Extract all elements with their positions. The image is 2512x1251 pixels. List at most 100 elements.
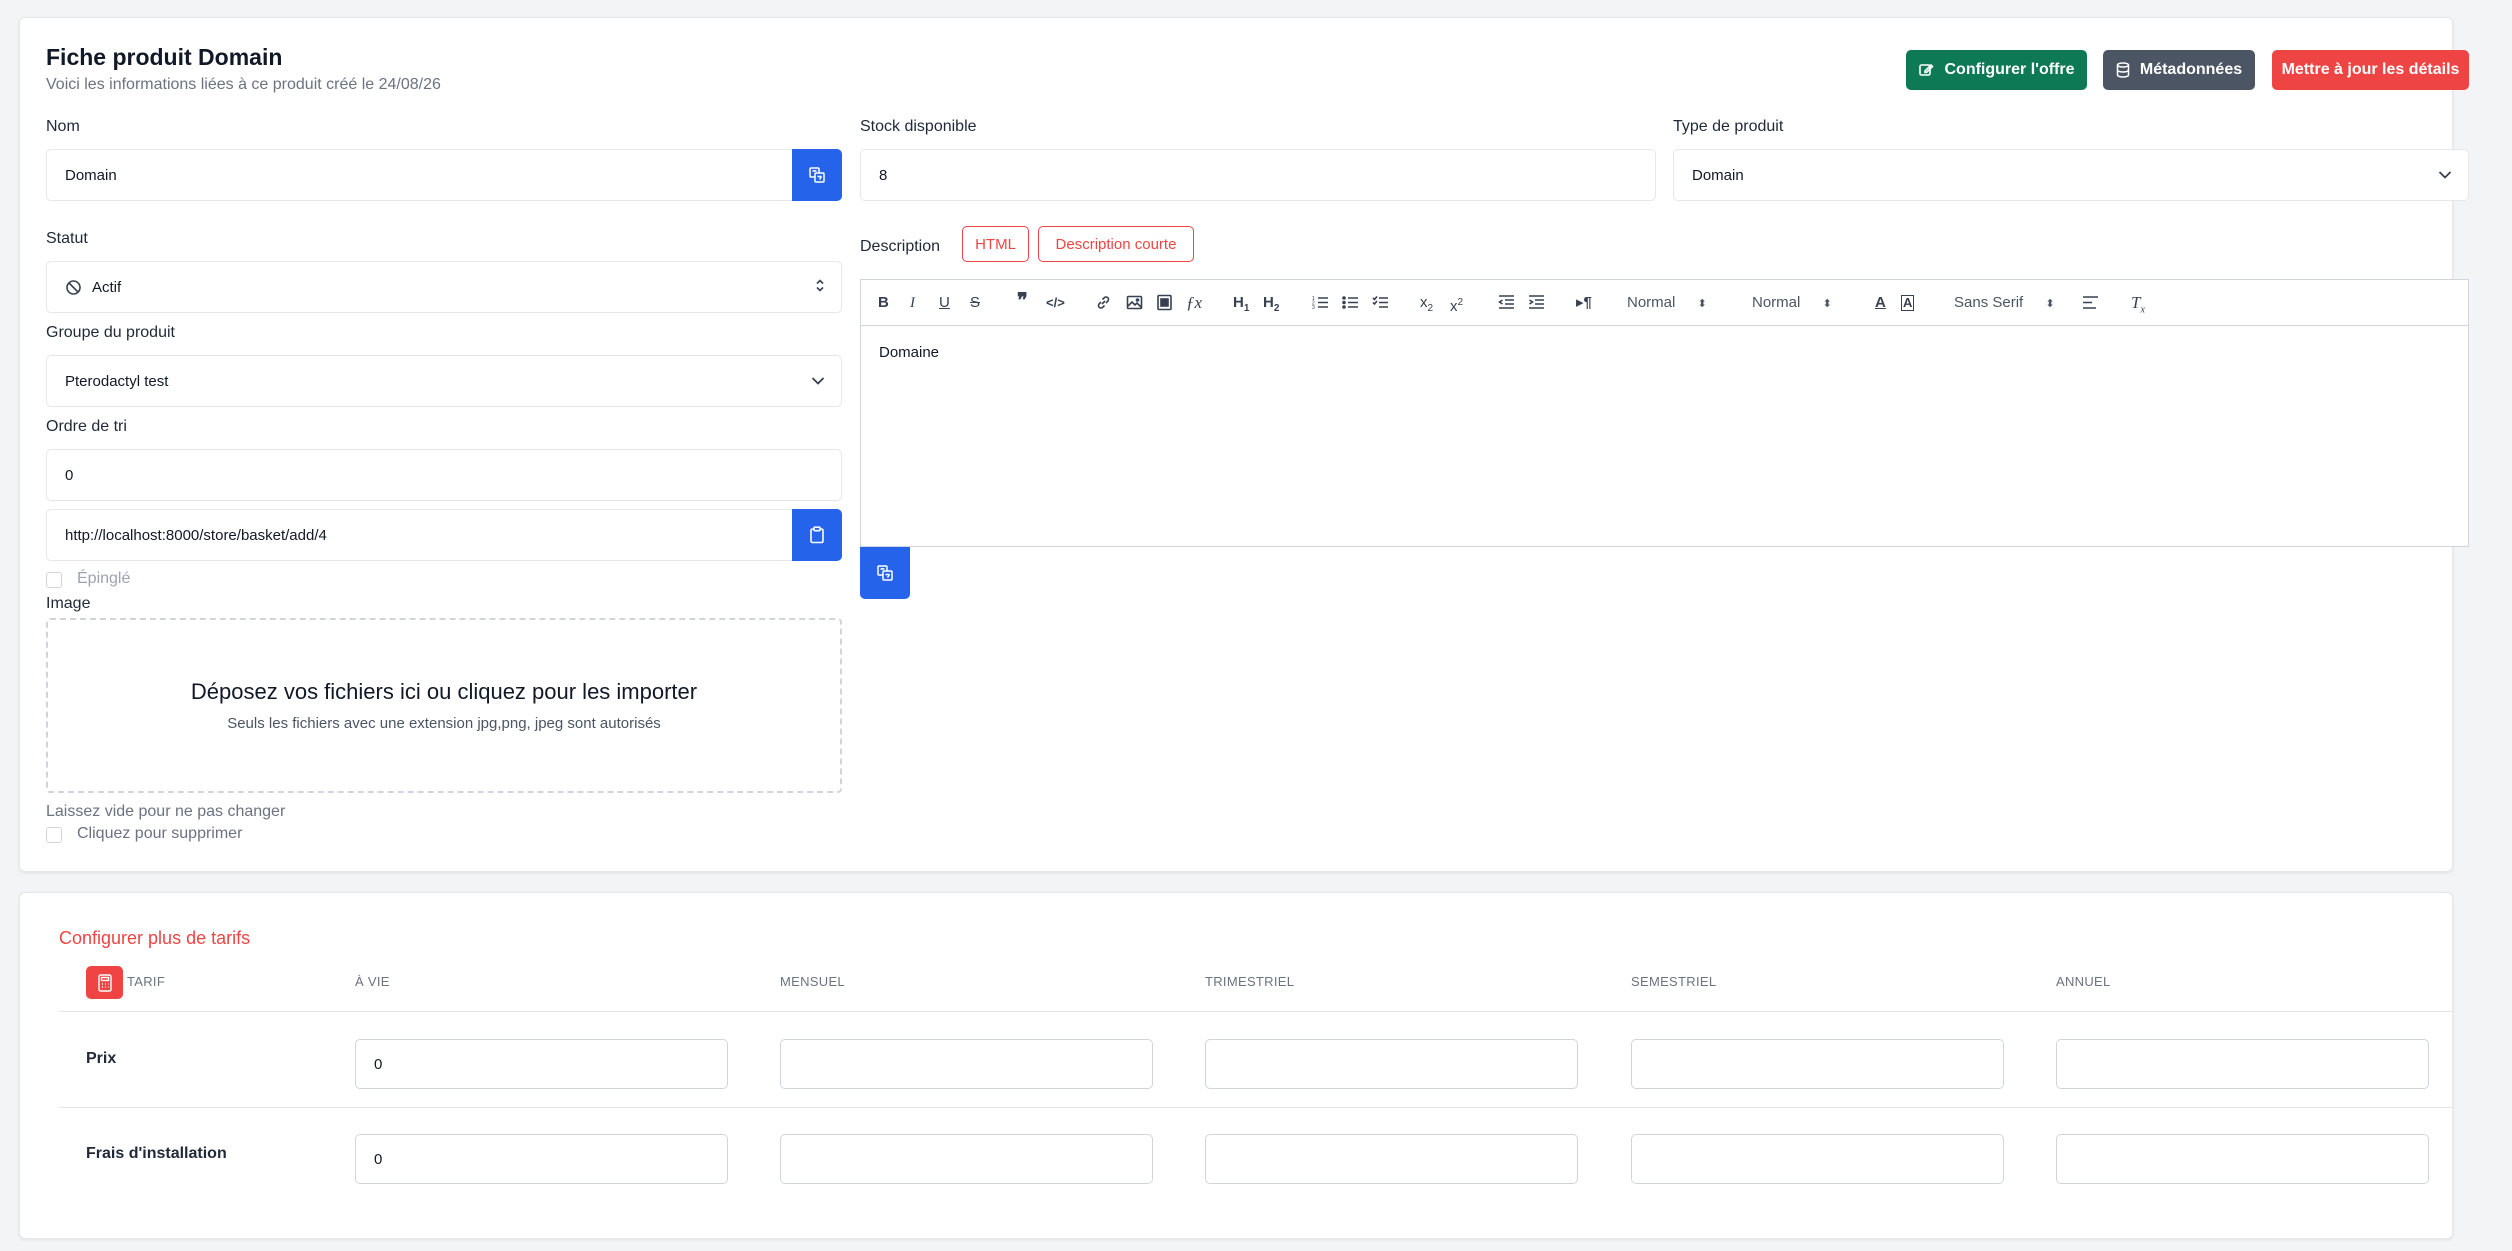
setup-quarterly-input[interactable] (1205, 1134, 1578, 1184)
metadata-button[interactable]: Métadonnées (2103, 50, 2255, 90)
indent-icon[interactable] (1528, 294, 1545, 316)
price-lifetime-value: 0 (374, 1055, 383, 1073)
checklist-icon[interactable] (1372, 294, 1389, 316)
short-description-tab-button[interactable]: Description courte (1038, 226, 1194, 262)
group-label: Groupe du produit (46, 324, 175, 341)
setup-annual-input[interactable] (2056, 1134, 2429, 1184)
blockquote-icon[interactable]: ❞ (1017, 291, 1028, 311)
clipboard-icon (810, 526, 824, 544)
stock-value: 8 (879, 166, 888, 184)
calculator-icon (86, 966, 123, 999)
ordered-list-icon[interactable]: 123 (1312, 294, 1329, 316)
font-select[interactable]: Sans Serif ⬍ (1954, 294, 2055, 311)
update-details-button[interactable]: Mettre à jour les détails (2272, 50, 2469, 90)
status-select[interactable]: Actif (46, 261, 842, 313)
sort-label: Ordre de tri (46, 418, 127, 435)
superscript-icon[interactable]: x2 (1450, 294, 1463, 316)
translate-icon (877, 565, 893, 581)
status-icon (66, 279, 81, 295)
subscript-icon[interactable]: x2 (1420, 294, 1433, 318)
dropzone-title: Déposez vos fichiers ici ou cliquez pour… (190, 679, 698, 704)
image-hint: Laissez vide pour ne pas changer (46, 803, 286, 820)
price-semiannual-input[interactable] (1631, 1039, 2004, 1089)
status-label: Statut (46, 230, 88, 247)
pricing-title: Configurer plus de tarifs (59, 928, 251, 948)
heading-1-icon[interactable]: H1 (1233, 294, 1249, 318)
header-select-value: Normal (1627, 294, 1676, 311)
remove-image-checkbox[interactable] (46, 827, 62, 843)
heading-2-icon[interactable]: H2 (1263, 294, 1279, 318)
outdent-icon[interactable] (1498, 294, 1515, 316)
size-select[interactable]: Normal ⬍ (1752, 294, 1832, 311)
setup-lifetime-input[interactable]: 0 (355, 1134, 728, 1184)
image-icon[interactable] (1126, 294, 1143, 316)
configure-offer-label: Configurer l'offre (1944, 61, 2075, 78)
col-header-lifetime: À VIE (355, 974, 390, 989)
product-type-value: Domain (1692, 166, 1744, 184)
metadata-label: Métadonnées (2139, 61, 2243, 78)
name-input[interactable]: Domain (46, 149, 793, 201)
col-header-monthly: MENSUEL (780, 974, 845, 989)
video-icon[interactable] (1156, 294, 1173, 316)
chevron-down-icon (811, 374, 825, 389)
image-dropzone[interactable]: Déposez vos fichiers ici ou cliquez pour… (46, 618, 842, 793)
row-label-price: Prix (86, 1050, 117, 1067)
col-header-semiannual: SEMESTRIEL (1631, 974, 1717, 989)
price-quarterly-input[interactable] (1205, 1039, 1578, 1089)
price-annual-input[interactable] (2056, 1039, 2429, 1089)
name-value: Domain (65, 166, 117, 184)
description-label: Description (860, 238, 941, 255)
bold-icon[interactable]: B (878, 294, 889, 312)
table-divider (59, 1011, 2454, 1012)
size-select-value: Normal (1752, 294, 1801, 311)
link-icon[interactable] (1095, 294, 1112, 316)
name-label: Nom (46, 118, 80, 135)
setup-semiannual-input[interactable] (1631, 1134, 2004, 1184)
remove-image-label: Cliquez pour supprimer (77, 825, 243, 842)
col-header-annual: ANNUEL (2056, 974, 2111, 989)
font-select-value: Sans Serif (1954, 294, 2024, 311)
translate-icon (809, 167, 825, 183)
clear-format-icon[interactable]: Tx (2131, 293, 2145, 319)
sort-input[interactable]: 0 (46, 449, 842, 501)
price-lifetime-input[interactable]: 0 (355, 1039, 728, 1089)
price-monthly-input[interactable] (780, 1039, 1153, 1089)
strike-icon[interactable]: S (970, 294, 980, 312)
setup-lifetime-value: 0 (374, 1150, 383, 1168)
background-color-icon[interactable]: A (1901, 295, 1915, 311)
status-value: Actif (92, 278, 122, 296)
page-title: Fiche produit Domain (46, 44, 283, 70)
code-block-icon[interactable]: </> (1046, 294, 1065, 312)
header-select[interactable]: Normal ⬍ (1627, 294, 1707, 311)
description-editor[interactable]: Domaine (860, 325, 2469, 547)
basket-url-value: http://localhost:8000/store/basket/add/4 (65, 526, 327, 544)
sort-value: 0 (65, 466, 74, 484)
svg-text:3: 3 (1312, 305, 1315, 311)
stock-label: Stock disponible (860, 118, 977, 135)
setup-monthly-input[interactable] (780, 1134, 1153, 1184)
formula-icon[interactable]: ƒx (1186, 294, 1202, 312)
product-type-select[interactable]: Domain (1673, 149, 2469, 201)
copy-url-button[interactable] (792, 509, 842, 561)
pinned-checkbox[interactable] (46, 572, 62, 588)
basket-url-input[interactable]: http://localhost:8000/store/basket/add/4 (46, 509, 793, 561)
group-select[interactable]: Pterodactyl test (46, 355, 842, 407)
image-label: Image (46, 595, 91, 612)
stock-input[interactable]: 8 (860, 149, 1656, 201)
description-content: Domaine (879, 344, 940, 361)
text-color-icon[interactable]: A (1875, 294, 1886, 312)
translate-description-button[interactable] (860, 547, 910, 599)
update-details-label: Mettre à jour les détails (2281, 61, 2460, 78)
configure-offer-button[interactable]: Configurer l'offre (1906, 50, 2087, 90)
text-direction-icon[interactable]: ▸¶ (1576, 294, 1592, 312)
align-icon[interactable] (2082, 294, 2099, 316)
col-header-quarterly: TRIMESTRIEL (1205, 974, 1295, 989)
underline-icon[interactable]: U (939, 294, 950, 312)
page-subtitle: Voici les informations liées à ce produi… (46, 76, 441, 93)
product-type-label: Type de produit (1673, 118, 1784, 135)
edit-icon (1919, 63, 1935, 76)
italic-icon[interactable]: I (910, 294, 915, 312)
bullet-list-icon[interactable] (1342, 294, 1359, 316)
translate-name-button[interactable] (792, 149, 842, 201)
html-tab-button[interactable]: HTML (962, 226, 1029, 262)
